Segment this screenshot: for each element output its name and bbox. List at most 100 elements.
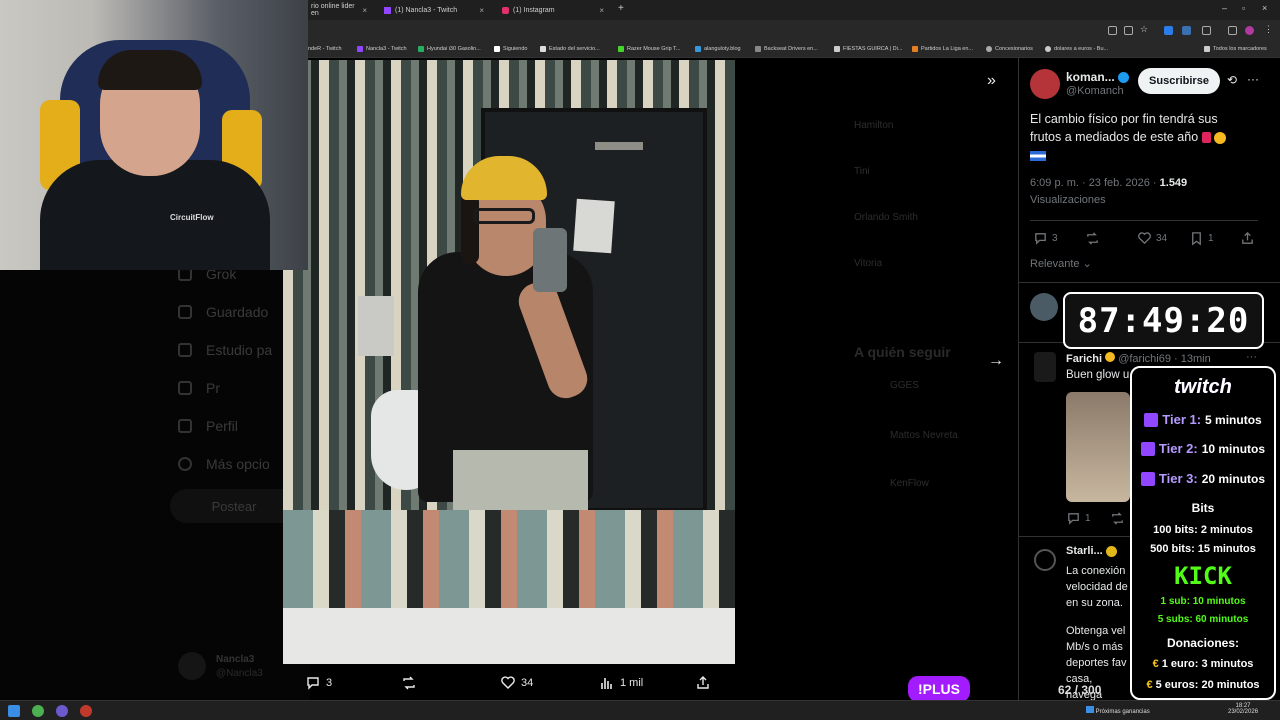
reply-author[interactable]: Farichi @farichi69 · 13min (1066, 352, 1211, 365)
tier-value: 5 minutos (1205, 412, 1262, 427)
zoom-icon[interactable] (1108, 26, 1117, 35)
euro-icon: € (1152, 658, 1159, 670)
bookmark-item[interactable]: Estado del servicio... (540, 46, 600, 52)
chrome-icon[interactable] (32, 705, 44, 717)
reply-avatar[interactable] (1034, 549, 1056, 571)
bookmark-label: Concesionarios (995, 46, 1033, 52)
close-icon[interactable]: × (479, 6, 484, 15)
extension-icon[interactable] (1164, 26, 1173, 35)
image-phone (533, 228, 567, 292)
streamer-shirt (40, 160, 270, 270)
like-button[interactable]: 34 (500, 675, 533, 691)
close-window-icon[interactable]: × (1262, 3, 1267, 13)
screen-share-icon[interactable] (1124, 26, 1133, 35)
suggestion-name: KenFlow (890, 478, 929, 489)
twitch-logo: twitch (1132, 376, 1274, 399)
discord-icon[interactable] (56, 705, 68, 717)
share-button[interactable] (695, 675, 711, 691)
google-icon (1045, 46, 1051, 52)
reply-image[interactable] (1066, 392, 1130, 502)
suggestion-name: GGES (890, 380, 919, 391)
bookmark-icon (912, 46, 918, 52)
post-image[interactable] (283, 60, 735, 664)
divider (1030, 220, 1258, 221)
subscribe-button[interactable]: Suscribirse (1138, 68, 1220, 94)
start-icon[interactable] (8, 705, 20, 717)
tier-label: Tier 1: (1162, 412, 1202, 427)
tweet-reply-button[interactable]: 3 (1033, 231, 1058, 246)
tweet-reply-count: 3 (1052, 233, 1058, 244)
tweet-like-button[interactable]: 34 (1137, 231, 1167, 246)
reply-button[interactable]: 3 (305, 675, 332, 691)
view-count: 1 mil (620, 677, 644, 689)
bookmark-item[interactable]: Partidos La Liga en... (912, 46, 973, 52)
tab-instagram[interactable]: (1) Instagram × (496, 2, 610, 18)
bookmark-item[interactable]: Nancla3 - Twitch (357, 46, 407, 52)
bookmark-item[interactable]: alanguloty.blog (695, 46, 741, 52)
donation-row: € 1 euro: 3 minutos (1132, 658, 1274, 670)
bookmark-item[interactable]: Siguiendo (494, 46, 527, 52)
image-action-bar: 3 34 1 mil (283, 668, 735, 698)
sidebar-icon[interactable] (1228, 26, 1237, 35)
close-icon[interactable]: × (599, 6, 604, 15)
razer-icon (618, 46, 624, 52)
reply-avatar[interactable] (1034, 352, 1056, 382)
close-icon[interactable]: × (362, 6, 367, 15)
tweet-retweet-button[interactable] (1085, 231, 1100, 246)
reply-reply-button[interactable]: 1 (1066, 511, 1091, 526)
reply-reply-count: 1 (1085, 513, 1091, 524)
obs-icon[interactable] (80, 705, 92, 717)
reply-retweet-button[interactable] (1110, 511, 1125, 526)
minimize-icon[interactable]: – (1222, 3, 1227, 13)
tab-twitch[interactable]: (1) Nancla3 - Twitch × (378, 2, 490, 18)
views-label: Visualizaciones (1030, 194, 1106, 206)
tab-1[interactable]: rio online lider en × (305, 2, 373, 18)
views-button[interactable]: 1 mil (599, 675, 643, 691)
tier-value: 10 minutos (1201, 441, 1266, 456)
grok-icon[interactable]: ⟲ (1227, 73, 1237, 87)
sort-dropdown[interactable]: Relevante ⌄ (1030, 257, 1092, 270)
reply-author[interactable]: Starli... (1066, 545, 1117, 557)
extensions-icon[interactable] (1202, 26, 1211, 35)
next-image-icon[interactable]: → (988, 352, 1004, 370)
profile-avatar[interactable] (1245, 26, 1254, 35)
all-bookmarks[interactable]: Todos los marcadores (1204, 46, 1267, 52)
menu-icon[interactable]: ⋮ (1264, 24, 1273, 34)
sidebar-item-more[interactable]: Más opcio (178, 456, 270, 472)
collapse-panel-icon[interactable]: » (987, 72, 996, 90)
tweet-like-count: 34 (1156, 233, 1168, 244)
bookmark-item[interactable]: FIESTAS GUIRCA | Di... (834, 46, 902, 52)
extension-icon[interactable] (1182, 26, 1191, 35)
bookmark-item[interactable]: Hyundai i30 Gasolin... (418, 46, 481, 52)
bookmark-label: Nancla3 - Twitch (366, 46, 407, 52)
account-avatar[interactable] (178, 652, 206, 680)
more-options-icon[interactable]: ··· (1247, 72, 1259, 86)
image-sign (573, 198, 615, 254)
sidebar-item-premium[interactable]: Pr (178, 380, 220, 396)
bookmark-item[interactable]: ndeR - Twitch (308, 46, 342, 52)
retweet-button[interactable] (401, 675, 417, 691)
bookmark-item[interactable]: Concesionarios (986, 46, 1033, 52)
post-button[interactable]: Postear (170, 489, 298, 523)
sidebar-item-label: Estudio pa (206, 342, 273, 358)
star-icon[interactable]: ☆ (1140, 24, 1149, 34)
sidebar-item-studio[interactable]: Estudio pa (178, 342, 272, 358)
bookmark-item[interactable]: dolares a euros - Bu... (1045, 46, 1108, 52)
bookmark-item[interactable]: Razer Mouse Grip T... (618, 46, 680, 52)
bookmark-item[interactable]: Backseat Drivers en... (755, 46, 818, 52)
analytics-icon (601, 678, 612, 689)
tweet-share-button[interactable] (1240, 231, 1255, 246)
author-name-row[interactable]: koman... (1066, 70, 1130, 84)
twitch-icon (1144, 412, 1159, 427)
sidebar-item-saved[interactable]: Guardado (178, 304, 268, 320)
bookmark-label: dolares a euros - Bu... (1054, 46, 1109, 52)
sidebar-item-profile[interactable]: Perfil (178, 418, 238, 434)
new-tab-button[interactable]: + (618, 3, 624, 14)
more-options-icon[interactable]: ··· (1246, 351, 1257, 363)
author-avatar[interactable] (1030, 69, 1060, 99)
tweet-meta: 6:09 p. m. · 23 feb. 2026 · 1.549 (1030, 177, 1187, 189)
tweet-bookmark-button[interactable]: 1 (1189, 231, 1214, 246)
clock[interactable]: 18:27 23/02/2026 (1228, 703, 1258, 715)
maximize-icon[interactable]: ▫ (1242, 3, 1245, 13)
news-widget[interactable]: Próximas ganancias (1086, 706, 1150, 715)
